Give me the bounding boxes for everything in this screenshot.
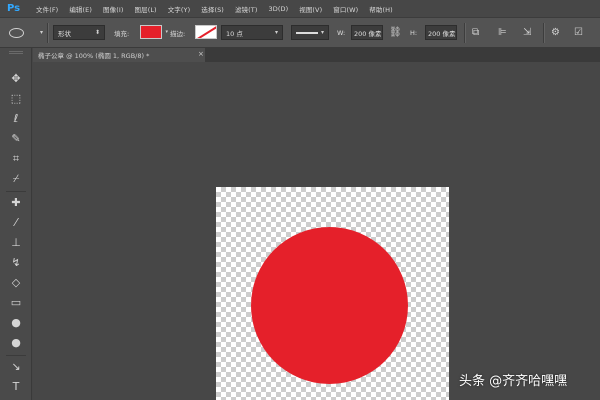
stroke-type-select[interactable]: ▾: [291, 25, 329, 40]
align-edges-checkbox-icon[interactable]: ☑: [574, 25, 583, 40]
fill-color-swatch[interactable]: ▾: [140, 25, 168, 39]
stroke-label: 描边:: [170, 29, 186, 38]
marquee-tool-icon[interactable]: ⬚: [5, 90, 27, 107]
menu-view[interactable]: 视图(V): [299, 4, 322, 14]
link-icon[interactable]: ⛓: [389, 25, 402, 40]
close-icon[interactable]: ×: [198, 50, 204, 58]
panel-grip[interactable]: [9, 51, 23, 54]
stroke-color-swatch-none[interactable]: [195, 25, 217, 39]
move-tool-icon[interactable]: ✥: [5, 70, 27, 87]
tool-preset-picker[interactable]: ▾: [9, 25, 43, 40]
divider: [464, 23, 465, 43]
crop-tool-icon[interactable]: ⌗: [5, 150, 27, 167]
document-tab[interactable]: 椭子公章 @ 100% (椭圆 1, RGB/8) *: [33, 48, 205, 62]
brush-tool-icon[interactable]: ⁄: [5, 214, 27, 231]
divider: [6, 191, 26, 192]
lasso-tool-icon[interactable]: ℓ: [5, 110, 27, 127]
fill-label: 填充:: [114, 29, 130, 38]
eraser-tool-icon[interactable]: ◇: [5, 274, 27, 291]
updown-arrows-icon: ⬍: [94, 29, 100, 36]
stroke-width-value: 10 点: [226, 29, 243, 38]
width-label: W:: [337, 28, 346, 37]
menu-edit[interactable]: 编辑(E): [69, 4, 92, 14]
chevron-down-icon: ▾: [39, 29, 43, 36]
divider: [6, 355, 26, 356]
gear-icon[interactable]: ⚙: [551, 25, 560, 40]
chevron-down-icon: ▾: [274, 29, 278, 36]
menu-type[interactable]: 文字(Y): [168, 4, 191, 14]
watermark: 头条 @齐齐哈嘿嘿: [459, 373, 568, 389]
history-brush-tool-icon[interactable]: ↯: [5, 254, 27, 271]
menu-bar: Ps 文件(F) 编辑(E) 图像(I) 图层(L) 文字(Y) 选择(S) 滤…: [0, 0, 600, 17]
menu-3d[interactable]: 3D(D): [269, 5, 289, 13]
ellipse-tool-icon: [9, 27, 24, 38]
width-input[interactable]: 200 像素: [351, 25, 383, 40]
document-tab-strip: 椭子公章 @ 100% (椭圆 1, RGB/8) * ×: [33, 48, 600, 62]
stroke-width-field[interactable]: 10 点 ▾: [221, 25, 283, 40]
healing-brush-tool-icon[interactable]: ✚: [5, 194, 27, 211]
document-tab-title: 椭子公章 @ 100% (椭圆 1, RGB/8) *: [38, 52, 150, 60]
dodge-tool-icon[interactable]: ●: [5, 334, 27, 351]
path-operations-icon[interactable]: ⧉: [472, 25, 479, 40]
divider: [47, 23, 48, 43]
menu-select[interactable]: 选择(S): [201, 4, 224, 14]
divider: [543, 23, 544, 43]
height-input[interactable]: 200 像素: [425, 25, 457, 40]
menu-layer[interactable]: 图层(L): [135, 4, 157, 14]
blur-tool-icon[interactable]: ●: [5, 314, 27, 331]
type-tool-icon[interactable]: T: [5, 378, 27, 395]
tool-mode-value: 形状: [58, 29, 71, 38]
photoshop-logo: Ps: [6, 3, 21, 14]
height-label: H:: [410, 28, 418, 37]
quick-select-tool-icon[interactable]: ✎: [5, 130, 27, 147]
tools-panel: ✥ ⬚ ℓ ✎ ⌗ ⌿ ✚ ⁄ ⊥ ↯ ◇ ▭ ● ● ↘ T: [0, 48, 32, 400]
options-bar: ▾ 形状 ⬍ 填充: ▾ 描边: 10 点 ▾ ▾ W: 200 像素 ⛓ H:…: [0, 17, 600, 48]
chevron-down-icon: ▾: [165, 29, 168, 35]
menu-file[interactable]: 文件(F): [36, 4, 58, 14]
menu-image[interactable]: 图像(I): [103, 4, 124, 14]
stroke-line-preview: [296, 31, 318, 34]
red-circle-shape[interactable]: [251, 227, 408, 384]
chevron-down-icon: ▾: [320, 29, 324, 36]
clone-stamp-tool-icon[interactable]: ⊥: [5, 234, 27, 251]
menu-help[interactable]: 帮助(H): [369, 4, 392, 14]
gradient-tool-icon[interactable]: ▭: [5, 294, 27, 311]
path-alignment-icon[interactable]: ⊫: [498, 25, 507, 40]
tool-mode-select[interactable]: 形状 ⬍: [53, 25, 105, 40]
path-arrangement-icon[interactable]: ⇲: [523, 25, 531, 40]
pen-tool-icon[interactable]: ↘: [5, 358, 27, 375]
menu-window[interactable]: 窗口(W): [333, 4, 358, 14]
eyedropper-tool-icon[interactable]: ⌿: [5, 170, 27, 187]
menu-filter[interactable]: 滤镜(T): [235, 4, 258, 14]
